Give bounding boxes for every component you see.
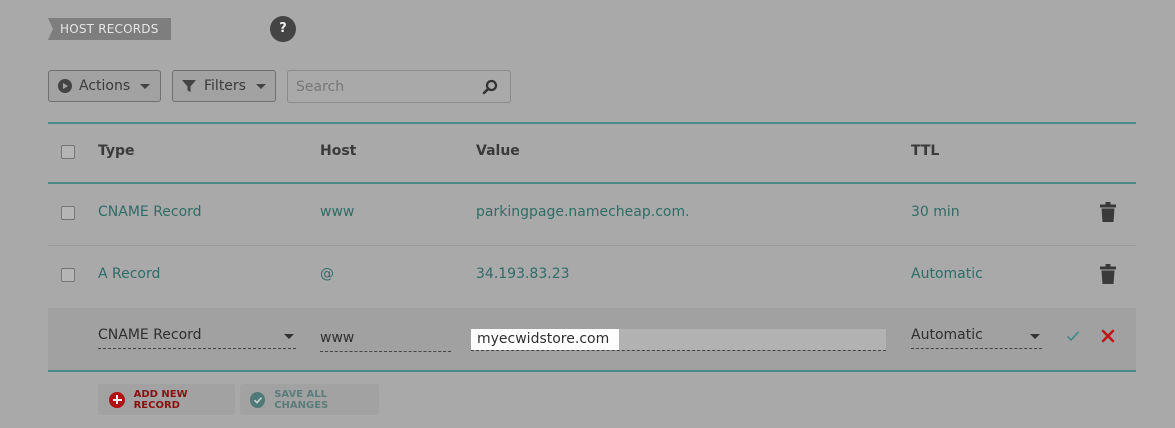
record-type[interactable]: CNAME Record: [98, 204, 202, 220]
chevron-down-icon: [140, 83, 151, 89]
ttl-select[interactable]: Automatic: [911, 327, 1042, 349]
filters-label: Filters: [204, 78, 246, 94]
plus-icon: [109, 391, 125, 408]
check-circle-icon: [250, 391, 266, 408]
save-all-changes-label: SAVE ALL CHANGES: [274, 388, 329, 411]
record-value[interactable]: parkingpage.namecheap.com.: [476, 204, 690, 220]
help-icon[interactable]: ?: [270, 16, 296, 42]
filters-dropdown[interactable]: Filters: [172, 70, 276, 102]
type-select[interactable]: CNAME Record: [98, 327, 296, 349]
save-all-changes-button[interactable]: SAVE ALL CHANGES: [240, 384, 379, 415]
record-type[interactable]: A Record: [98, 266, 160, 282]
search-field: [287, 70, 511, 103]
ttl-select-value: Automatic: [911, 327, 983, 343]
column-header-type[interactable]: Type: [98, 143, 135, 159]
trash-icon[interactable]: [1100, 264, 1116, 284]
row-checkbox[interactable]: [61, 206, 75, 220]
row-divider: [48, 245, 1136, 246]
search-input[interactable]: [296, 77, 466, 97]
record-ttl[interactable]: 30 min: [911, 204, 960, 220]
section-title: HOST RECORDS: [48, 18, 171, 40]
add-new-record-label: ADD NEW RECORD: [133, 388, 188, 411]
trash-icon[interactable]: [1100, 202, 1116, 222]
actions-label: Actions: [79, 78, 131, 94]
chevron-down-icon: [1030, 334, 1040, 339]
value-input-background: [619, 329, 886, 350]
record-ttl[interactable]: Automatic: [911, 266, 983, 282]
record-host[interactable]: @: [320, 266, 334, 282]
record-host[interactable]: www: [320, 204, 354, 220]
select-all-checkbox[interactable]: [61, 145, 75, 159]
type-select-value: CNAME Record: [98, 327, 202, 343]
close-icon[interactable]: [1101, 329, 1115, 343]
actions-dropdown[interactable]: Actions: [48, 70, 161, 102]
table-header-border: [48, 182, 1136, 184]
host-input[interactable]: www: [320, 330, 451, 352]
add-new-record-button[interactable]: ADD NEW RECORD: [98, 384, 235, 415]
play-icon: [58, 79, 72, 93]
chevron-down-icon: [255, 83, 266, 89]
check-icon[interactable]: [1066, 329, 1080, 343]
column-header-host[interactable]: Host: [320, 143, 356, 159]
row-checkbox[interactable]: [61, 268, 75, 282]
value-input-underline: [471, 350, 886, 351]
value-input[interactable]: myecwidstore.com: [471, 329, 619, 350]
search-icon[interactable]: [482, 79, 498, 95]
record-value[interactable]: 34.193.83.23: [476, 266, 570, 282]
table-top-border: [48, 122, 1136, 124]
filter-icon: [182, 80, 196, 92]
table-bottom-border: [48, 370, 1136, 372]
column-header-value[interactable]: Value: [476, 143, 520, 159]
column-header-ttl[interactable]: TTL: [911, 143, 939, 159]
chevron-down-icon: [284, 334, 294, 339]
